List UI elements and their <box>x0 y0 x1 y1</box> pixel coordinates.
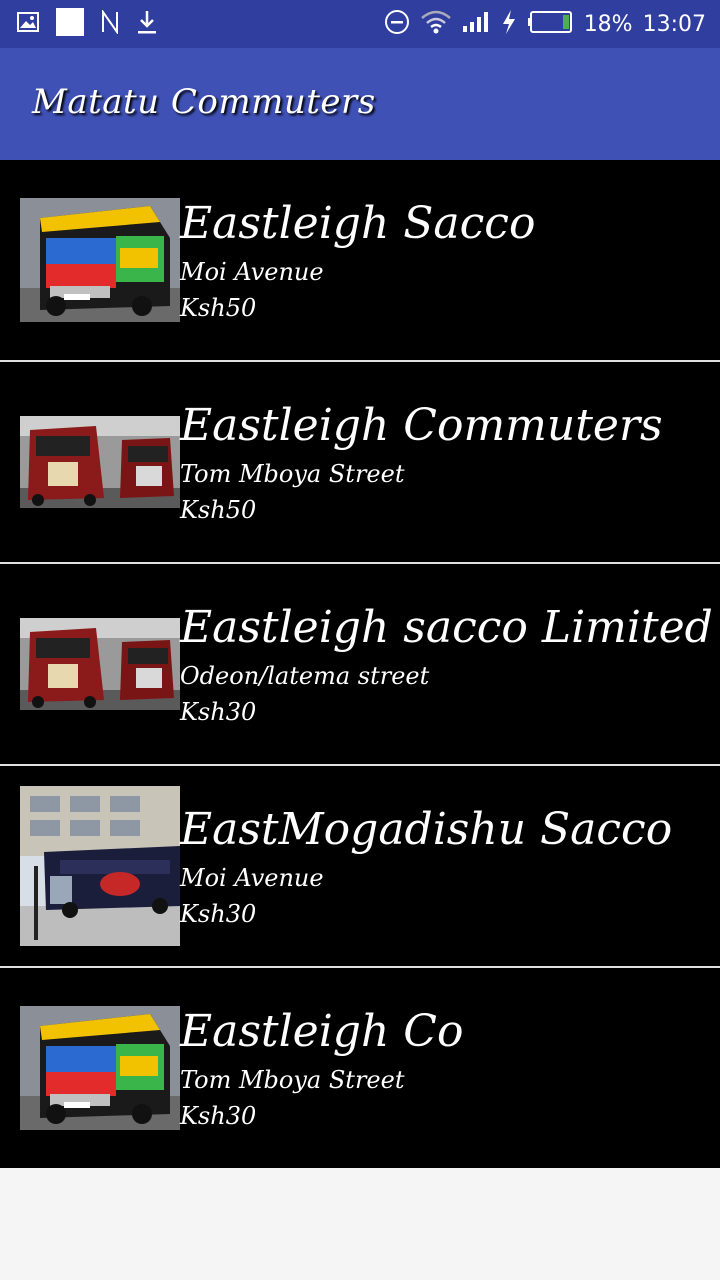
list-item[interactable]: EastMogadishu Sacco Moi Avenue Ksh30 <box>0 766 720 968</box>
matatu-image <box>20 1006 180 1130</box>
list-item[interactable]: Eastleigh Commuters Tom Mboya Street Ksh… <box>0 362 720 564</box>
sacco-route: Tom Mboya Street <box>180 1066 405 1094</box>
sacco-route: Tom Mboya Street <box>180 460 405 488</box>
sacco-name: Eastleigh Commuters <box>180 400 663 451</box>
do-not-disturb-icon <box>384 9 410 39</box>
download-icon <box>136 9 158 39</box>
sacco-fare: Ksh30 <box>180 900 257 928</box>
sacco-route: Moi Avenue <box>180 258 324 286</box>
battery-icon <box>527 10 574 38</box>
matatu-image <box>20 416 180 508</box>
wifi-icon <box>420 9 452 39</box>
sacco-fare: Ksh30 <box>180 698 257 726</box>
sacco-fare: Ksh30 <box>180 1102 257 1130</box>
status-bar: 18% 13:07 <box>0 0 720 48</box>
signal-icon <box>462 10 490 38</box>
sacco-list: Eastleigh Sacco Moi Avenue Ksh50 Eastlei… <box>0 160 720 1170</box>
app-title: Matatu Commuters <box>32 82 376 122</box>
clock: 13:07 <box>642 11 706 37</box>
sacco-route: Moi Avenue <box>180 864 324 892</box>
charging-icon <box>500 9 518 39</box>
app-bar: Matatu Commuters <box>0 48 720 160</box>
sacco-name: Eastleigh Co <box>180 1006 464 1057</box>
matatu-image <box>20 198 180 322</box>
image-icon <box>16 10 40 38</box>
battery-percent: 18% <box>583 11 633 37</box>
sacco-name: Eastleigh Sacco <box>180 198 536 249</box>
sacco-name: EastMogadishu Sacco <box>180 804 673 855</box>
matatu-image <box>20 786 180 946</box>
list-item[interactable]: Eastleigh Sacco Moi Avenue Ksh50 <box>0 160 720 362</box>
n-icon <box>100 8 120 38</box>
sacco-fare: Ksh50 <box>180 294 257 322</box>
matatu-image <box>20 618 180 710</box>
sacco-fare: Ksh50 <box>180 496 257 524</box>
square-icon <box>56 8 84 40</box>
sacco-name: Eastleigh sacco Limited <box>180 602 713 653</box>
sacco-route: Odeon/latema street <box>180 662 430 690</box>
list-item[interactable]: Eastleigh Co Tom Mboya Street Ksh30 <box>0 968 720 1170</box>
empty-area <box>0 1168 720 1280</box>
list-item[interactable]: Eastleigh sacco Limited Odeon/latema str… <box>0 564 720 766</box>
